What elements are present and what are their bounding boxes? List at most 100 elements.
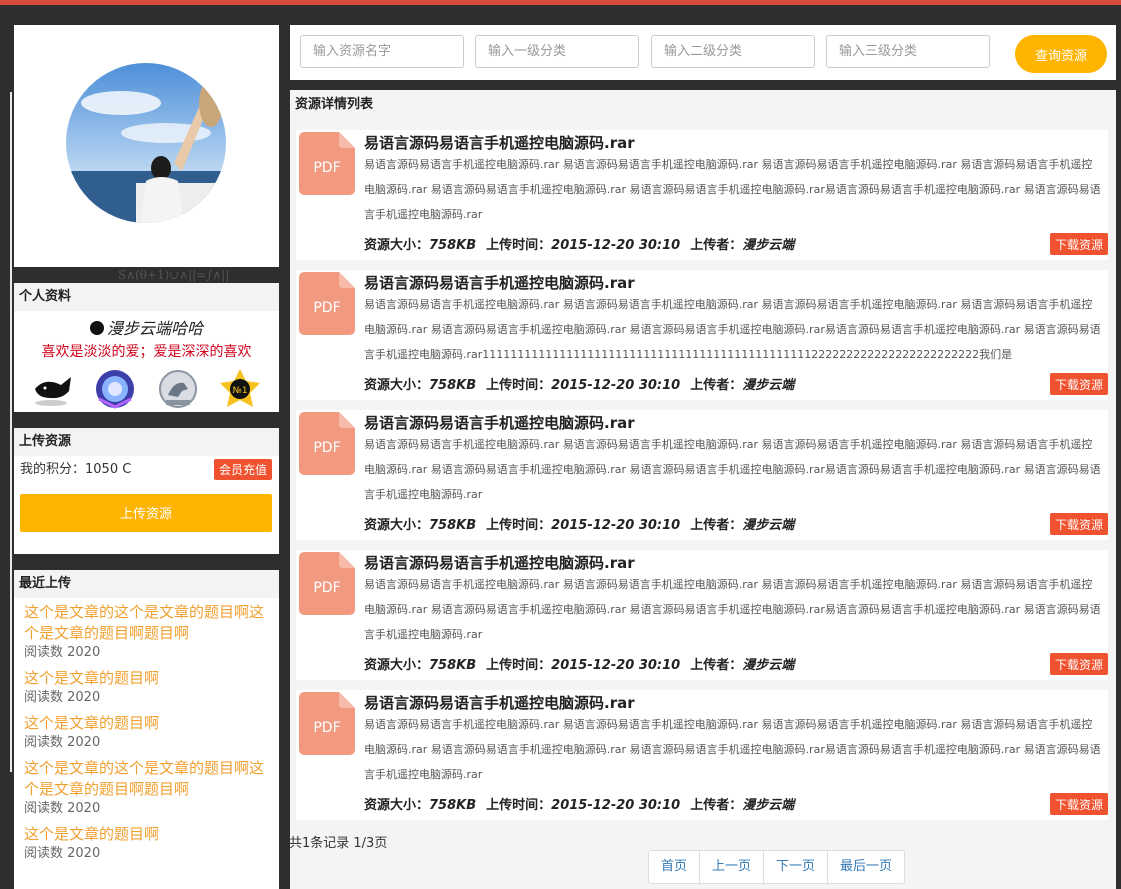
list-item: PDF 易语言源码易语言手机遥控电脑源码.rar 易语言源码易语言手机遥控电脑源…: [296, 690, 1108, 820]
recent-list: 这个是文章的这个是文章的题目啊这个是文章的题目啊题目啊 阅读数 2020 这个是…: [14, 598, 279, 863]
chat-bubble-icon: [89, 316, 104, 335]
category-level3-input[interactable]: [826, 35, 990, 68]
resource-title[interactable]: 易语言源码易语言手机遥控电脑源码.rar: [364, 272, 635, 293]
uploader-label: 上传者：: [690, 238, 743, 253]
uploader-value: 漫步云端: [742, 238, 795, 253]
points-row: 我的积分：1050 C 会员充值: [14, 456, 279, 484]
badge-row: №1: [14, 361, 279, 411]
nickname: 漫步云端哈哈: [14, 315, 279, 339]
pdf-file-icon: PDF: [299, 272, 355, 335]
search-resource-button[interactable]: 查询资源: [1015, 35, 1107, 73]
uploader-label: 上传者：: [690, 378, 743, 393]
left-edge-panel: [0, 92, 12, 772]
list-item: 这个是文章的题目啊 阅读数 2020: [24, 668, 269, 707]
resource-meta: 资源大小：758KB 上传时间：2015-12-20 30:10 上传者：漫步云端: [364, 514, 804, 533]
size-value: 758KB: [429, 798, 477, 813]
resource-list-panel: 资源详情列表 PDF 易语言源码易语言手机遥控电脑源码.rar 易语言源码易语言…: [290, 90, 1116, 889]
download-button[interactable]: 下载资源: [1050, 233, 1108, 255]
prev-page-button[interactable]: 上一页: [700, 851, 765, 883]
time-label: 上传时间：: [486, 238, 552, 253]
recharge-button[interactable]: 会员充值: [213, 459, 272, 480]
size-value: 758KB: [429, 238, 477, 253]
pdf-file-icon: PDF: [299, 412, 355, 475]
first-page-button[interactable]: 首页: [649, 851, 701, 883]
recent-item-title[interactable]: 这个是文章的题目啊: [24, 824, 269, 845]
recent-item-reads: 阅读数 2020: [24, 801, 101, 816]
upload-resource-button[interactable]: 上传资源: [20, 494, 272, 532]
download-button[interactable]: 下载资源: [1050, 793, 1108, 815]
resource-title[interactable]: 易语言源码易语言手机遥控电脑源码.rar: [364, 692, 635, 713]
category-level1-input[interactable]: [475, 35, 639, 68]
recent-item-reads: 阅读数 2020: [24, 846, 101, 861]
recent-item-reads: 阅读数 2020: [24, 735, 101, 750]
resource-meta: 资源大小：758KB 上传时间：2015-12-20 30:10 上传者：漫步云端: [364, 374, 804, 393]
rider-badge-icon: [156, 367, 200, 411]
avatar[interactable]: [66, 63, 226, 223]
uploader-value: 漫步云端: [742, 798, 795, 813]
avatar-card: [14, 25, 279, 267]
list-item: PDF 易语言源码易语言手机遥控电脑源码.rar 易语言源码易语言手机遥控电脑源…: [296, 130, 1108, 260]
download-button[interactable]: 下载资源: [1050, 653, 1108, 675]
recent-item-title[interactable]: 这个是文章的题目啊: [24, 713, 269, 734]
uploader-value: 漫步云端: [742, 378, 795, 393]
recent-item-title[interactable]: 这个是文章的题目啊: [24, 668, 269, 689]
upload-section-title: 上传资源: [14, 428, 279, 456]
resource-title[interactable]: 易语言源码易语言手机遥控电脑源码.rar: [364, 552, 635, 573]
list-item: 这个是文章的题目啊 阅读数 2020: [24, 713, 269, 752]
resource-description: 易语言源码易语言手机遥控电脑源码.rar 易语言源码易语言手机遥控电脑源码.ra…: [364, 298, 1101, 361]
last-page-button[interactable]: 最后一页: [828, 851, 904, 883]
uploader-label: 上传者：: [690, 798, 743, 813]
whale-badge-icon: [31, 367, 75, 411]
top-accent-bar: [0, 0, 1121, 5]
crest-badge-icon: [93, 367, 137, 411]
list-item: PDF 易语言源码易语言手机遥控电脑源码.rar 易语言源码易语言手机遥控电脑源…: [296, 410, 1108, 540]
download-button[interactable]: 下载资源: [1050, 513, 1108, 535]
size-label: 资源大小：: [364, 798, 430, 813]
pdf-icon-label: PDF: [313, 440, 340, 456]
next-page-button[interactable]: 下一页: [764, 851, 829, 883]
recent-uploads-panel: 最近上传 这个是文章的这个是文章的题目啊这个是文章的题目啊题目啊 阅读数 202…: [14, 570, 279, 889]
download-button[interactable]: 下载资源: [1050, 373, 1108, 395]
resource-title[interactable]: 易语言源码易语言手机遥控电脑源码.rar: [364, 132, 635, 153]
pdf-icon-label: PDF: [313, 300, 340, 316]
profile-panel: 个人资料 漫步云端哈哈 喜欢是淡淡的爱；爱是深深的喜欢 №1: [14, 283, 279, 412]
time-value: 2015-12-20 30:10: [551, 798, 681, 813]
search-bar: 查询资源: [290, 25, 1116, 80]
resource-meta: 资源大小：758KB 上传时间：2015-12-20 30:10 上传者：漫步云端: [364, 654, 804, 673]
recent-section-title: 最近上传: [14, 570, 279, 598]
time-value: 2015-12-20 30:10: [551, 518, 681, 533]
list-item: PDF 易语言源码易语言手机遥控电脑源码.rar 易语言源码易语言手机遥控电脑源…: [296, 270, 1108, 400]
svg-text:№1: №1: [232, 386, 247, 396]
time-label: 上传时间：: [486, 658, 552, 673]
size-label: 资源大小：: [364, 238, 430, 253]
resource-name-input[interactable]: [300, 35, 464, 68]
recent-item-title[interactable]: 这个是文章的这个是文章的题目啊这个是文章的题目啊题目啊: [24, 758, 269, 800]
list-item: 这个是文章的这个是文章的题目啊这个是文章的题目啊题目啊 阅读数 2020: [24, 602, 269, 662]
resource-title[interactable]: 易语言源码易语言手机遥控电脑源码.rar: [364, 412, 635, 433]
uploader-value: 漫步云端: [742, 658, 795, 673]
no1-badge-icon: №1: [218, 367, 262, 411]
time-value: 2015-12-20 30:10: [551, 238, 681, 253]
recent-item-reads: 阅读数 2020: [24, 645, 101, 660]
uploader-label: 上传者：: [690, 518, 743, 533]
resource-description: 易语言源码易语言手机遥控电脑源码.rar 易语言源码易语言手机遥控电脑源码.ra…: [364, 718, 1101, 781]
profile-section-title: 个人资料: [14, 283, 279, 311]
size-value: 758KB: [429, 378, 477, 393]
size-label: 资源大小：: [364, 658, 430, 673]
nickname-text: 漫步云端哈哈: [106, 319, 203, 338]
pagination: 首页 上一页 下一页 最后一页: [648, 850, 906, 884]
category-level2-input[interactable]: [651, 35, 815, 68]
resource-description: 易语言源码易语言手机遥控电脑源码.rar 易语言源码易语言手机遥控电脑源码.ra…: [364, 438, 1101, 501]
motto: 喜欢是淡淡的爱；爱是深深的喜欢: [41, 344, 252, 360]
pdf-icon-label: PDF: [313, 720, 340, 736]
time-value: 2015-12-20 30:10: [551, 378, 681, 393]
resource-meta: 资源大小：758KB 上传时间：2015-12-20 30:10 上传者：漫步云端: [364, 234, 804, 253]
pdf-file-icon: PDF: [299, 132, 355, 195]
pagination-summary: 共1条记录 1/3页: [289, 836, 388, 851]
uploader-label: 上传者：: [690, 658, 743, 673]
size-label: 资源大小：: [364, 378, 430, 393]
time-label: 上传时间：: [486, 518, 552, 533]
time-label: 上传时间：: [486, 378, 552, 393]
resource-description: 易语言源码易语言手机遥控电脑源码.rar 易语言源码易语言手机遥控电脑源码.ra…: [364, 578, 1101, 641]
recent-item-title[interactable]: 这个是文章的这个是文章的题目啊这个是文章的题目啊题目啊: [24, 602, 269, 644]
